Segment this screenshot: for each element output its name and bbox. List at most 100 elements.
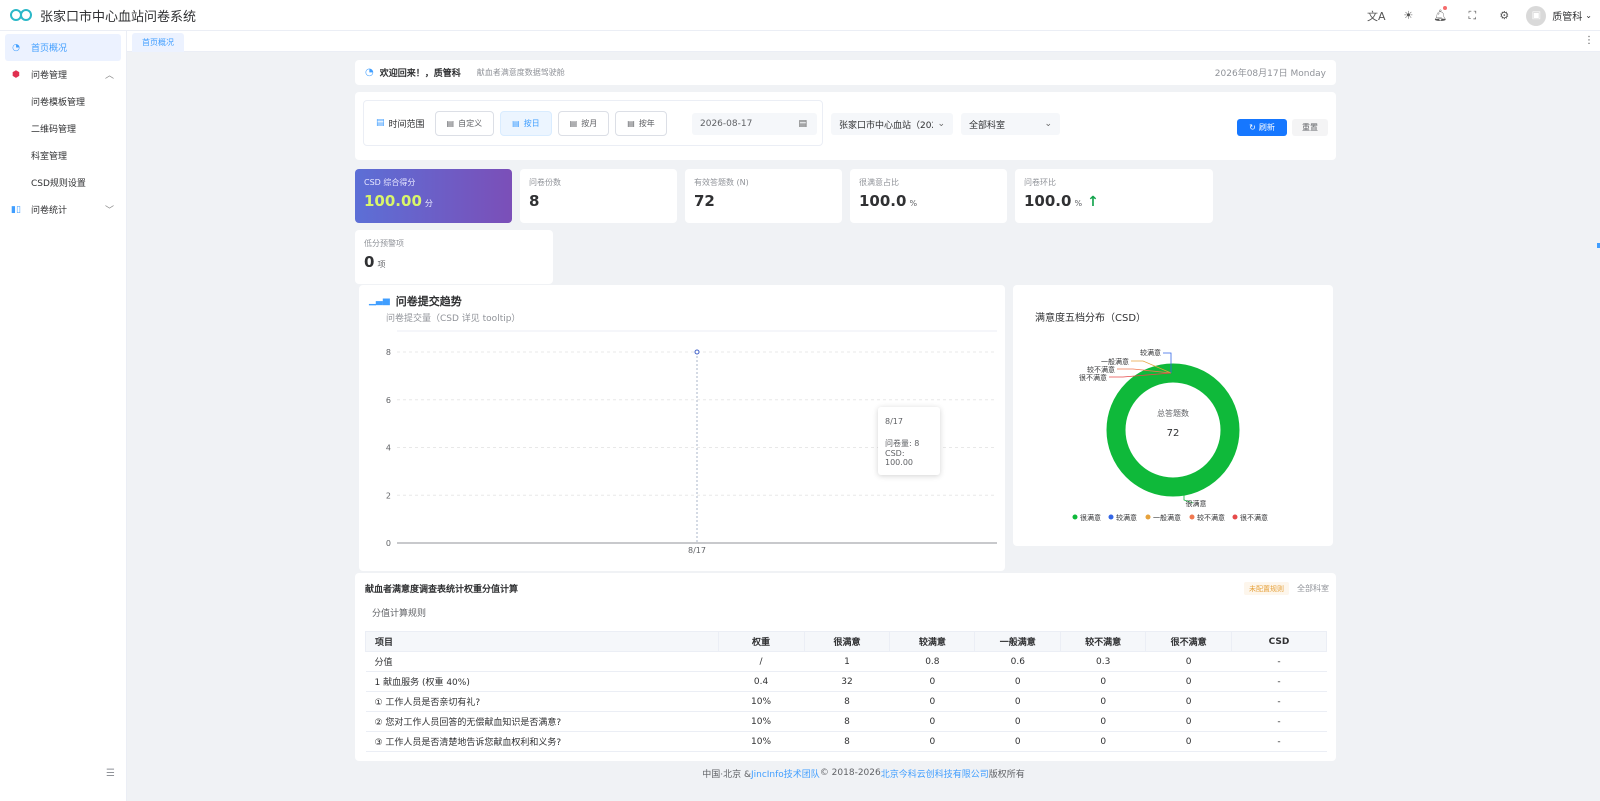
table-header-cell: 一般满意 (974, 631, 1062, 652)
legend-dot (1189, 514, 1195, 520)
table-header-cell: CSD (1231, 631, 1327, 652)
stat-very-satisfied-ratio: 很满意占比 100.0% (850, 169, 1007, 223)
sidebar-item-label: 问卷统计 (31, 206, 68, 216)
dept-select[interactable]: 全部科室 ⌄ (961, 113, 1060, 135)
sidebar: ◔ 首页概况 ⬢ 问卷管理 ︿ 问卷模板管理 二维码管理 科室管理 CSD规则设… (0, 31, 127, 801)
bell-icon[interactable]: 🔔︎ (1424, 0, 1456, 31)
station-select[interactable]: 张家口市中心血站（202 ⌄ (831, 113, 953, 135)
table-cell: 0 (1060, 671, 1146, 692)
refresh-button[interactable]: ↻ 刷新 (1237, 119, 1287, 136)
table-cell: 10% (718, 731, 805, 752)
user-menu[interactable]: ▣ 质管科 ⌄ (1520, 5, 1600, 26)
stat-unit: 分 (424, 199, 433, 208)
table-cell: 0.8 (889, 651, 975, 672)
reset-button[interactable]: 重置 (1292, 119, 1328, 136)
weight-score-table-card: 献血者满意度调查表统计权重分值计算 未配置规则 全部科室 分值计算规则 项目 权重… (355, 573, 1336, 761)
stat-label: 低分预警项 (364, 239, 404, 248)
stat-label: 问卷份数 (529, 178, 561, 187)
tooltip-count: 问卷量: 8 (885, 439, 920, 448)
table-row: ③ 工作人员是否清楚地告诉您献血权利和义务? 10% 8 0 0 0 0- (365, 731, 1327, 752)
tab-dashboard[interactable]: 首页概况 (132, 33, 184, 52)
footer: 中国·北京 & JincInfo技术团队 © 2018-2026 北京今科云创科… (127, 761, 1600, 785)
stat-label: 有效答题数 (N) (694, 178, 749, 187)
translate-icon[interactable]: 文A (1360, 0, 1392, 31)
date-picker[interactable]: 2026-08-17 ▤ (692, 113, 817, 135)
stat-label: CSD 综合得分 (364, 178, 416, 187)
sidebar-item-qrcode-management[interactable]: 二维码管理 (0, 115, 126, 142)
top-header: 张家口市中心血站问卷系统 文A ☀ 🔔︎ ⛶ ⚙ ▣ 质管科 ⌄ (0, 0, 1600, 31)
sidebar-item-label: 问卷模板管理 (31, 98, 86, 108)
legend-label: 很不满意 (1240, 513, 1268, 522)
table-cell: - (1231, 711, 1327, 732)
tooltip-date: 8/17 (885, 417, 903, 426)
table-cell: 1 (804, 651, 890, 672)
table-header-cell: 很不满意 (1145, 631, 1233, 652)
table-cell: 8 (804, 691, 890, 712)
calendar-icon: ▤ (512, 118, 520, 128)
table-cell: 0 (1145, 651, 1232, 672)
sidebar-item-survey-management[interactable]: ⬢ 问卷管理 ︿ (0, 61, 126, 88)
table-row: ② 您对工作人员回答的无偿献血知识是否满意? 10% 8 0 0 0 0- (365, 711, 1327, 732)
stat-value: 72 (694, 192, 715, 210)
stat-unit: % (1074, 199, 1083, 208)
refresh-icon: ↻ (1249, 123, 1256, 132)
more-vertical-icon[interactable]: ⋮ (1584, 35, 1594, 46)
sidebar-item-survey-stats[interactable]: ▮▯ 问卷统计 ﹀ (0, 196, 126, 223)
y-tick-label: 6 (386, 396, 391, 405)
table-cell: 0 (974, 731, 1061, 752)
range-year-button[interactable]: ▤ 按年 (615, 110, 667, 136)
survey-icon: ⬢ (12, 69, 20, 80)
stat-survey-count: 问卷份数 8 (520, 169, 677, 223)
table-title: 献血者满意度调查表统计权重分值计算 (365, 585, 519, 595)
table-cell: 10% (718, 711, 805, 732)
data-point[interactable] (694, 349, 700, 355)
footer-team-link[interactable]: JincInfo技术团队 (751, 767, 820, 780)
table-cell: - (1231, 731, 1327, 752)
date-value: 2026-08-17 (700, 119, 753, 129)
y-tick-label: 0 (386, 539, 391, 548)
bicycle-logo-icon (10, 6, 34, 24)
collapse-sidebar-icon[interactable]: ☰ (106, 768, 115, 779)
fullscreen-icon[interactable]: ⛶ (1456, 0, 1488, 31)
table-cell: 8 (804, 711, 890, 732)
stat-low-score-alerts: 低分预警项 0项 (355, 230, 553, 284)
station-value: 张家口市中心血站（202 (839, 120, 938, 131)
sidebar-item-template-management[interactable]: 问卷模板管理 (0, 88, 126, 115)
stat-value: 100.0 (1024, 192, 1072, 210)
settings-icon[interactable]: ⚙ (1488, 0, 1520, 31)
table-cell: 0.4 (718, 671, 805, 692)
sidebar-item-label: 科室管理 (31, 152, 68, 162)
donut-chart[interactable]: 总答题数72很满意较满意一般满意较不满意很不满意很满意 较满意 一般满意 较不满意 很不… (1013, 285, 1333, 546)
range-month-button[interactable]: ▤ 按月 (557, 110, 610, 136)
sidebar-item-csd-rules[interactable]: CSD规则设置 (0, 169, 126, 196)
stat-survey-mom: 问卷环比 100.0% ↑ (1015, 169, 1213, 223)
table-cell: 0 (889, 711, 975, 732)
table-header-cell: 较满意 (889, 631, 976, 652)
table-cell: ① 工作人员是否亲切有礼? (365, 691, 719, 712)
stat-value: 0 (364, 253, 375, 271)
satisfaction-distribution-card: 满意度五档分布（CSD） 总答题数 72 很满意 较满意 一般满意 较不满意 很不满意 很满意… (1013, 285, 1333, 546)
stat-value: 100.0 (859, 192, 907, 210)
table-cell: 0 (1145, 731, 1232, 752)
sidebar-item-dashboard[interactable]: ◔ 首页概况 (5, 34, 121, 61)
y-tick-label: 4 (386, 444, 391, 453)
table-cell: 分值 (365, 651, 719, 672)
donut-center-label: 总答题数 (1157, 408, 1189, 418)
table-cell: 0 (889, 691, 975, 712)
sidebar-item-dept-management[interactable]: 科室管理 (0, 142, 126, 169)
calendar-icon: ▤ (627, 118, 635, 128)
slice-label: 较不满意 (1087, 365, 1115, 374)
footer-suffix: 版权所有 (988, 769, 1025, 780)
legend-dot (1145, 514, 1151, 520)
range-day-button[interactable]: ▤ 按日 (500, 110, 552, 136)
legend-dot (1108, 514, 1114, 520)
welcome-bar: ◔ 欢迎回来！，质管科 献血者满意度数据驾驶舱 2026年08月17日 Mond… (355, 60, 1336, 85)
donut-center-value: 72 (1167, 428, 1180, 439)
app-logo[interactable]: 张家口市中心血站问卷系统 (0, 6, 196, 25)
theme-icon[interactable]: ☀ (1392, 0, 1424, 31)
footer-company-link[interactable]: 北京今科云创科技有限公司 (881, 767, 989, 780)
legend-dot (1072, 514, 1078, 520)
table-cell: 0.3 (1060, 651, 1146, 672)
range-custom-button[interactable]: ▤ 自定义 (434, 110, 495, 136)
table-subtitle: 分值计算规则 (372, 609, 427, 619)
